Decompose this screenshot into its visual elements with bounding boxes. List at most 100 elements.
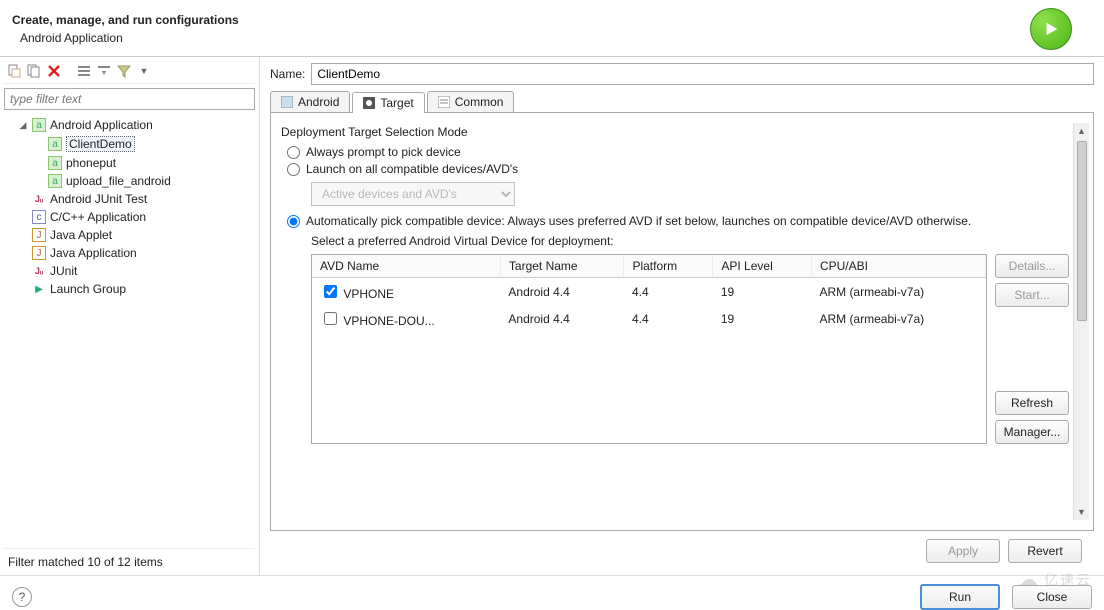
- apply-revert-row: Apply Revert: [270, 531, 1094, 571]
- expand-all-icon[interactable]: [76, 63, 92, 79]
- radio-always-prompt[interactable]: Always prompt to pick device: [287, 145, 1069, 159]
- col-target-name[interactable]: Target Name: [500, 255, 624, 278]
- radio-launch-all[interactable]: Launch on all compatible devices/AVD's: [287, 162, 1069, 176]
- spacer: [18, 212, 28, 222]
- table-row[interactable]: VPHONE-DOU... Android 4.4 4.4 19 ARM (ar…: [312, 305, 986, 332]
- tree-item-phoneput[interactable]: a phoneput: [4, 154, 255, 172]
- junit-icon: Jᵤ: [32, 264, 46, 278]
- run-configurations-dialog: Create, manage, and run configurations A…: [0, 0, 1104, 610]
- radio-auto-pick[interactable]: Automatically pick compatible device: Al…: [287, 214, 1069, 228]
- tree-item-junit[interactable]: Jᵤ JUnit: [4, 262, 255, 280]
- dialog-footer: ? Run Close: [0, 575, 1104, 610]
- col-cpu-abi[interactable]: CPU/ABI: [811, 255, 985, 278]
- deployment-mode-label: Deployment Target Selection Mode: [281, 125, 1069, 139]
- collapse-toggle-icon[interactable]: ◢: [18, 120, 28, 130]
- radio-label: Automatically pick compatible device: Al…: [306, 214, 971, 228]
- radio-input[interactable]: [287, 163, 300, 176]
- close-button[interactable]: Close: [1012, 585, 1092, 609]
- tree-item-clientdemo[interactable]: a ClientDemo: [4, 134, 255, 154]
- dialog-title: Create, manage, and run configurations: [12, 13, 1030, 27]
- scroll-down-icon[interactable]: ▼: [1074, 504, 1089, 520]
- col-platform[interactable]: Platform: [624, 255, 713, 278]
- java-icon: J: [32, 228, 46, 242]
- java-icon: J: [32, 246, 46, 260]
- start-button[interactable]: Start...: [995, 283, 1069, 307]
- tree-label: upload_file_android: [66, 174, 171, 188]
- tree-label: JUnit: [50, 264, 77, 278]
- help-icon[interactable]: ?: [12, 587, 32, 607]
- tree-item-upload-file-android[interactable]: a upload_file_android: [4, 172, 255, 190]
- avd-select-label: Select a preferred Android Virtual Devic…: [311, 234, 1069, 248]
- android-icon: a: [48, 156, 62, 170]
- avd-checkbox[interactable]: [324, 285, 337, 298]
- tree-item-cpp[interactable]: c C/C++ Application: [4, 208, 255, 226]
- refresh-button[interactable]: Refresh: [995, 391, 1069, 415]
- table-row[interactable]: VPHONE Android 4.4 4.4 19 ARM (armeabi-v…: [312, 278, 986, 306]
- dialog-header: Create, manage, and run configurations A…: [0, 0, 1104, 57]
- radio-input[interactable]: [287, 215, 300, 228]
- tab-android[interactable]: Android: [270, 91, 350, 112]
- avd-checkbox[interactable]: [324, 312, 337, 325]
- details-button[interactable]: Details...: [995, 254, 1069, 278]
- tree-label: Android JUnit Test: [50, 192, 147, 206]
- toolbar-dropdown-icon[interactable]: ▼: [136, 63, 152, 79]
- filter-menu-icon[interactable]: [116, 63, 132, 79]
- cell: 4.4: [624, 305, 713, 332]
- dialog-body: ▼ ◢ a Android Application a ClientDemo a…: [0, 57, 1104, 575]
- radio-input[interactable]: [287, 146, 300, 159]
- left-panel: ▼ ◢ a Android Application a ClientDemo a…: [0, 57, 260, 575]
- col-api-level[interactable]: API Level: [713, 255, 812, 278]
- new-config-icon[interactable]: [6, 63, 22, 79]
- scroll-up-icon[interactable]: ▲: [1074, 123, 1089, 139]
- dialog-subtitle: Android Application: [20, 31, 1030, 45]
- name-input[interactable]: [311, 63, 1094, 85]
- c-icon: c: [32, 210, 46, 224]
- collapse-all-icon[interactable]: [96, 63, 112, 79]
- apply-button[interactable]: Apply: [926, 539, 1000, 563]
- cell: VPHONE-DOU...: [343, 314, 434, 328]
- run-button[interactable]: Run: [920, 584, 1000, 610]
- spacer: [18, 230, 28, 240]
- tree-item-java-applet[interactable]: J Java Applet: [4, 226, 255, 244]
- tree-item-java-application[interactable]: J Java Application: [4, 244, 255, 262]
- vertical-scrollbar[interactable]: ▲ ▼: [1073, 123, 1089, 520]
- tree-label: Java Applet: [50, 228, 112, 242]
- right-panel: Name: Android Target Common: [260, 57, 1104, 575]
- revert-button[interactable]: Revert: [1008, 539, 1082, 563]
- name-label: Name:: [270, 67, 305, 81]
- tab-target[interactable]: Target: [352, 92, 424, 113]
- cell: 19: [713, 305, 812, 332]
- tab-label: Target: [380, 96, 413, 110]
- avd-table[interactable]: AVD Name Target Name Platform API Level …: [311, 254, 987, 444]
- cell: Android 4.4: [500, 278, 624, 306]
- tree-item-launch-group[interactable]: ▶ Launch Group: [4, 280, 255, 298]
- tree-label: ClientDemo: [66, 136, 135, 152]
- tab-label: Common: [455, 95, 504, 109]
- duplicate-config-icon[interactable]: [26, 63, 42, 79]
- run-icon: [1030, 8, 1072, 50]
- scroll-thumb[interactable]: [1077, 141, 1087, 321]
- tab-scroll-area: Deployment Target Selection Mode Always …: [281, 123, 1073, 520]
- tab-common[interactable]: Common: [427, 91, 515, 112]
- filter-status: Filter matched 10 of 12 items: [4, 548, 255, 575]
- manager-button[interactable]: Manager...: [995, 420, 1069, 444]
- spacer: [18, 248, 28, 258]
- cell: Android 4.4: [500, 305, 624, 332]
- cell: ARM (armeabi-v7a): [811, 278, 985, 306]
- radio-label: Always prompt to pick device: [306, 145, 461, 159]
- device-filter-select-wrap: Active devices and AVD's: [311, 182, 1069, 206]
- android-icon: a: [48, 174, 62, 188]
- common-tab-icon: [438, 96, 450, 108]
- name-row: Name:: [270, 63, 1094, 85]
- filter-input[interactable]: [4, 88, 255, 110]
- tree-item-android-application[interactable]: ◢ a Android Application: [4, 116, 255, 134]
- config-tabs: Android Target Common: [270, 91, 1094, 112]
- tab-label: Android: [298, 95, 339, 109]
- tree-item-android-junit[interactable]: Jᵤ Android JUnit Test: [4, 190, 255, 208]
- spacer: [18, 194, 28, 204]
- spacer: [18, 284, 28, 294]
- col-avd-name[interactable]: AVD Name: [312, 255, 500, 278]
- delete-config-icon[interactable]: [46, 63, 62, 79]
- config-tree[interactable]: ◢ a Android Application a ClientDemo a p…: [4, 114, 255, 548]
- tree-label: C/C++ Application: [50, 210, 146, 224]
